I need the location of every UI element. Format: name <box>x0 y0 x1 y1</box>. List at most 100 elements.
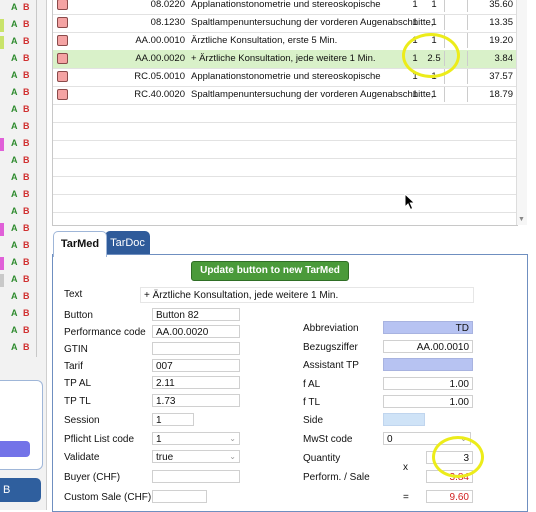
row-divider <box>36 119 37 136</box>
grade-b-label: B <box>23 342 30 352</box>
left-list-row[interactable]: AB <box>0 340 46 357</box>
left-list-row[interactable]: AB <box>0 221 46 238</box>
text-field[interactable]: + Ärztliche Konsultation, jede weitere 1… <box>140 287 474 303</box>
tab-tardoc[interactable]: TarDoc <box>105 231 150 255</box>
table-row[interactable]: RC.40.0020 Spaltlampenuntersuchung der vo… <box>53 86 517 105</box>
left-list-row[interactable]: AB <box>0 204 46 221</box>
left-list-row[interactable]: AB <box>0 34 46 51</box>
row-checkbox[interactable] <box>57 89 68 100</box>
highlight-circle <box>402 33 460 78</box>
f-al-field[interactable]: 1.00 <box>383 377 473 390</box>
left-list-row[interactable]: AB <box>0 136 46 153</box>
table-row[interactable]: 08.0220 Applanationstonometrie und stereo… <box>53 0 517 15</box>
left-list-row[interactable]: AB <box>0 170 46 187</box>
pflicht-list-code-select[interactable]: 1 ⌄ <box>152 432 240 445</box>
gtin-field[interactable] <box>152 342 240 355</box>
left-list-row[interactable]: AB <box>0 0 46 17</box>
row-divider <box>36 51 37 68</box>
grade-a-label: A <box>11 308 18 318</box>
grade-b-label: B <box>23 138 30 148</box>
grade-a-label: A <box>11 274 18 284</box>
row-quantity: 1 <box>431 17 437 28</box>
row-divider <box>36 17 37 34</box>
gtin-label: GTIN <box>64 344 88 355</box>
row-amount: 13.35 <box>489 17 513 28</box>
row-checkbox[interactable] <box>57 0 68 10</box>
left-list-row[interactable]: AB <box>0 119 46 136</box>
scroll-down-icon[interactable]: ▼ <box>518 216 525 223</box>
services-table: 08.0220 Applanationstonometrie und stereo… <box>52 0 518 226</box>
validate-select[interactable]: true ⌄ <box>152 450 240 463</box>
left-list-row[interactable]: AB <box>0 272 46 289</box>
grade-a-label: A <box>11 223 18 233</box>
row-checkbox[interactable] <box>57 53 68 64</box>
f-tl-field[interactable]: 1.00 <box>383 395 473 408</box>
row-amount: 18.79 <box>489 89 513 100</box>
button-field[interactable]: Button 82 <box>152 308 240 321</box>
tp-tl-field[interactable]: 1.73 <box>152 394 240 407</box>
left-list-row[interactable]: AB <box>0 85 46 102</box>
row-amount: 3.84 <box>494 53 514 64</box>
row-count: 1 <box>412 17 418 28</box>
bezugsziffer-field[interactable]: AA.00.0010 <box>383 340 473 353</box>
buyer-field[interactable] <box>152 470 240 483</box>
service-code: RC.05.0010 <box>134 71 185 82</box>
left-list-row[interactable]: AB <box>0 255 46 272</box>
row-edit-cell[interactable] <box>444 15 468 30</box>
mwst-value: 0 <box>387 434 393 445</box>
tarif-field[interactable]: 007 <box>152 359 240 372</box>
row-checkbox[interactable] <box>57 17 68 28</box>
left-list-row[interactable]: AB <box>0 68 46 85</box>
empty-table-row <box>53 176 517 195</box>
left-list-row[interactable]: AB <box>0 102 46 119</box>
grade-b-label: B <box>23 19 30 29</box>
row-divider <box>36 153 37 170</box>
row-edit-cell[interactable] <box>444 87 468 102</box>
side-field[interactable] <box>383 413 425 426</box>
custom-sale-label: Custom Sale (CHF) <box>64 492 152 503</box>
session-field[interactable]: 1 <box>152 413 194 426</box>
left-list-row[interactable]: AB <box>0 306 46 323</box>
left-list-row[interactable]: AB <box>0 17 46 34</box>
empty-table-row <box>53 212 517 225</box>
left-list-row[interactable]: AB <box>0 238 46 255</box>
left-list-row[interactable]: AB <box>0 153 46 170</box>
service-code: AA.00.0020 <box>135 53 185 64</box>
left-side-button[interactable] <box>0 441 30 457</box>
validate-value: true <box>156 452 174 463</box>
tp-al-label: TP AL <box>64 378 92 389</box>
table-scrollbar[interactable]: ▼ <box>516 0 527 225</box>
left-list-row[interactable]: AB <box>0 323 46 340</box>
tab-tarmed[interactable]: TarMed <box>53 231 107 257</box>
grade-b-label: B <box>23 189 30 199</box>
empty-table-row <box>53 194 517 213</box>
row-edit-cell[interactable] <box>444 0 468 12</box>
custom-sale-field[interactable] <box>152 490 207 503</box>
grade-a-label: A <box>11 257 18 267</box>
row-checkbox[interactable] <box>57 35 68 46</box>
grade-a-label: A <box>11 53 18 63</box>
row-color-marker <box>0 257 4 270</box>
total-field: 9.60 <box>426 490 473 503</box>
row-checkbox[interactable] <box>57 71 68 82</box>
grade-a-label: A <box>11 291 18 301</box>
row-color-marker <box>0 223 4 236</box>
row-divider <box>36 0 37 17</box>
abbreviation-field[interactable]: TD <box>383 321 473 334</box>
grade-b-label: B <box>23 291 30 301</box>
left-list-row[interactable]: AB <box>0 289 46 306</box>
row-divider <box>36 306 37 323</box>
row-divider <box>36 34 37 51</box>
assistant-tp-field[interactable] <box>383 358 473 371</box>
left-list-row[interactable]: AB <box>0 51 46 68</box>
row-divider <box>36 68 37 85</box>
performance-code-field[interactable]: AA.00.0020 <box>152 325 240 338</box>
row-amount: 35.60 <box>489 0 513 10</box>
left-bottom-button[interactable]: B <box>0 478 41 502</box>
tp-al-field[interactable]: 2.11 <box>152 376 240 389</box>
update-tarmed-button[interactable]: Update button to new TarMed <box>191 261 349 281</box>
left-list-row[interactable]: AB <box>0 187 46 204</box>
row-count: 1 <box>412 89 418 100</box>
quantity-label: Quantity <box>303 453 341 464</box>
table-row[interactable]: 08.1230 Spaltlampenuntersuchung der vorde… <box>53 14 517 33</box>
